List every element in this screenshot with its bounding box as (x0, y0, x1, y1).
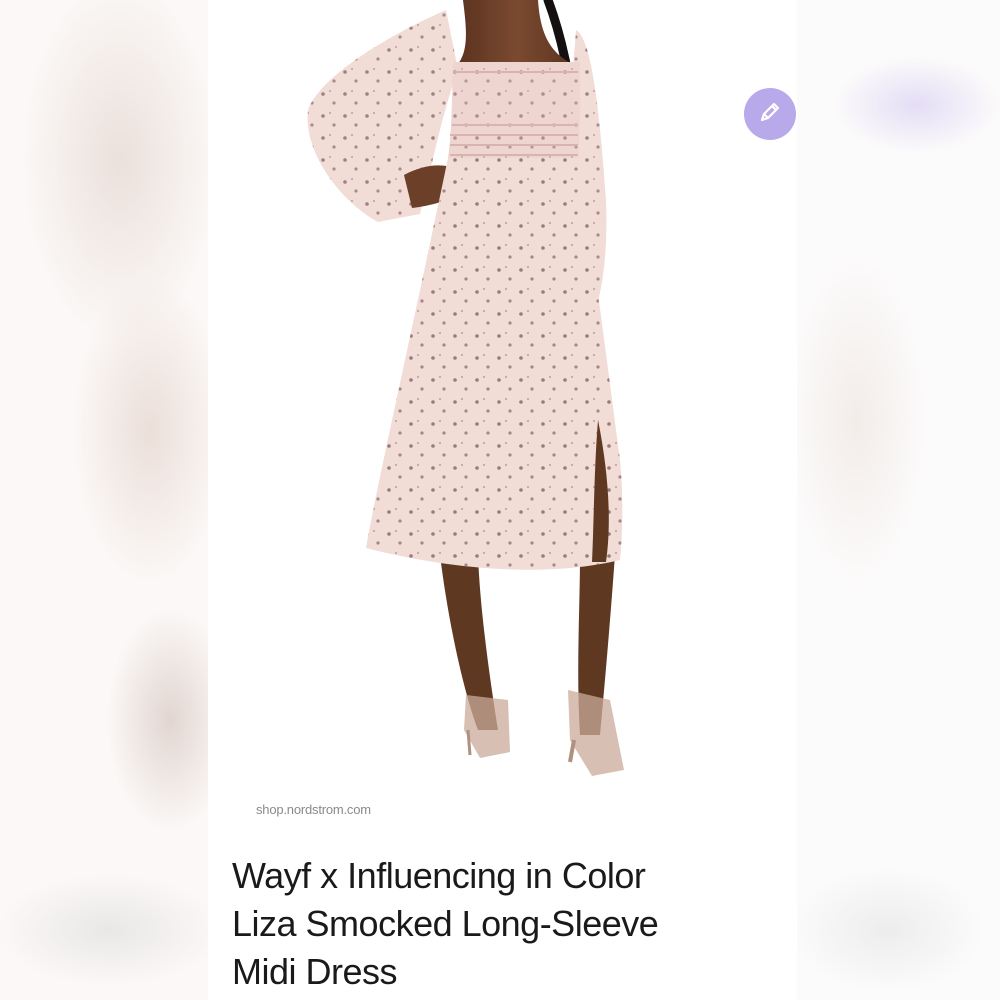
product-photo[interactable] (208, 0, 797, 790)
product-title-line-2: Liza Smocked Long-Sleeve (232, 903, 659, 944)
product-card: shop.nordstrom.com Wayf x Influencing in… (208, 0, 797, 1000)
blurred-background-right (797, 0, 1000, 1000)
screenshot-stage: shop.nordstrom.com Wayf x Influencing in… (0, 0, 1000, 1000)
product-title[interactable]: Wayf x Influencing in Color Liza Smocked… (232, 852, 772, 996)
edit-button[interactable] (744, 88, 796, 140)
source-domain-link[interactable]: shop.nordstrom.com (256, 802, 371, 817)
pencil-icon (757, 99, 783, 130)
product-title-line-1: Wayf x Influencing in Color (232, 855, 646, 896)
blurred-background-left (0, 0, 208, 1000)
product-title-line-3: Midi Dress (232, 951, 398, 992)
